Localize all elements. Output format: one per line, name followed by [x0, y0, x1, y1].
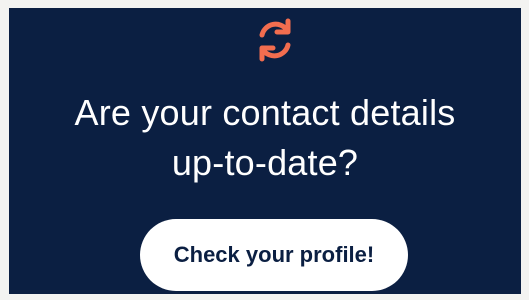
- check-profile-button[interactable]: Check your profile!: [140, 219, 408, 291]
- headline: Are your contact details up-to-date?: [9, 88, 521, 188]
- contact-update-banner: Are your contact details up-to-date? Che…: [9, 8, 521, 294]
- headline-line-2: up-to-date?: [171, 142, 359, 183]
- headline-line-1: Are your contact details: [74, 92, 456, 133]
- sync-icon: [249, 14, 301, 66]
